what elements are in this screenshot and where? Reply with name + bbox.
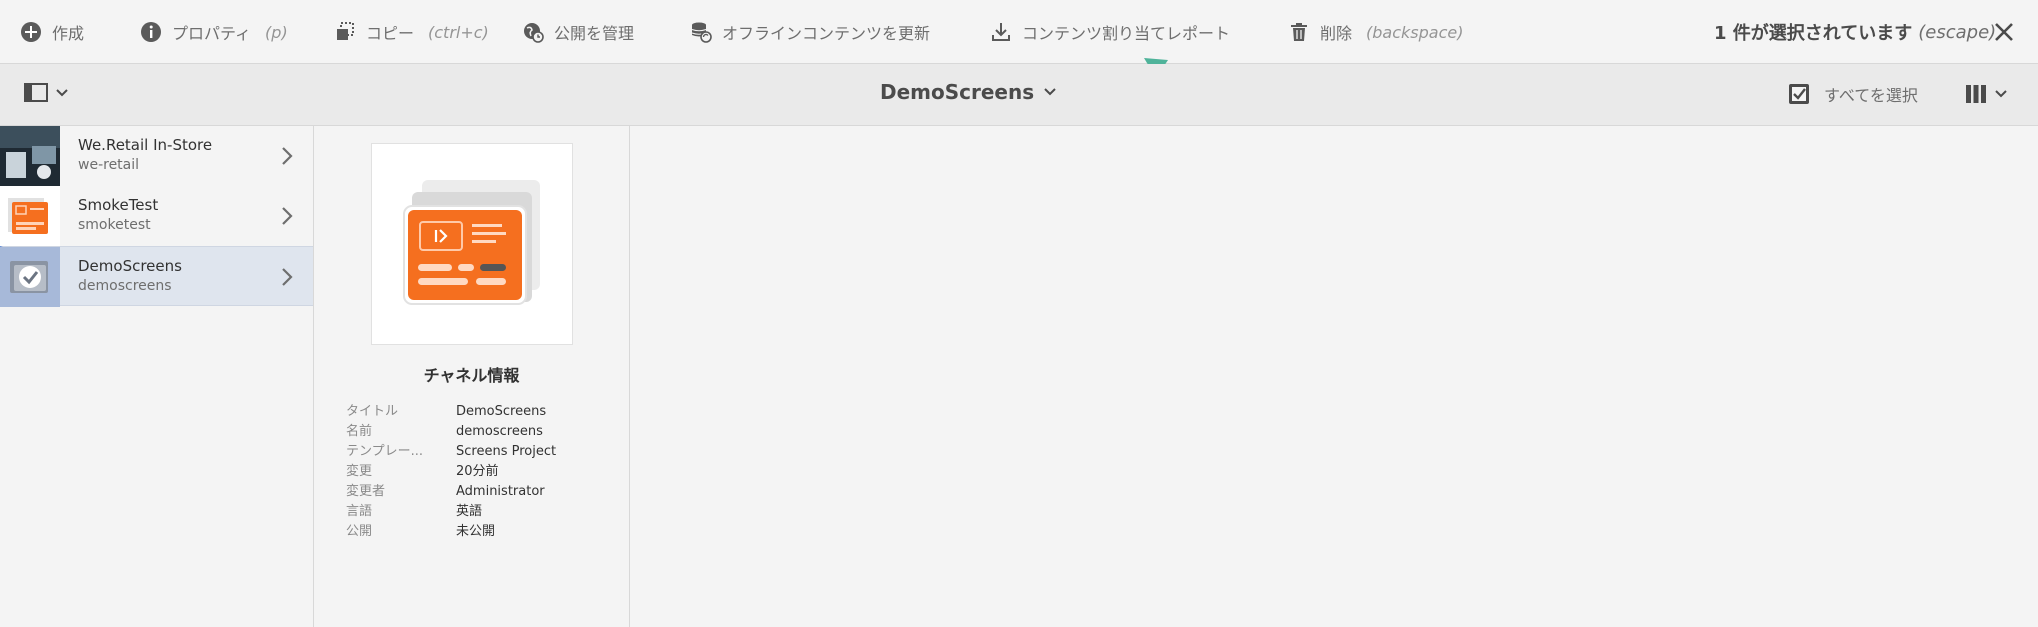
manage-publication-button[interactable]: 公開を管理 <box>522 0 634 64</box>
meta-row-language: 言語 英語 <box>346 502 556 522</box>
create-button[interactable]: 作成 <box>20 0 84 64</box>
action-bar: 作成 プロパティ (p) コピー (ctrl+c) 公開を管理 オフラインコンテ… <box>0 0 2038 64</box>
meta-value: 未公開 <box>456 524 496 539</box>
select-all-label: すべてを選択 <box>1824 86 1918 105</box>
list-item[interactable]: SmokeTest smoketest <box>0 186 313 246</box>
close-icon[interactable] <box>1992 20 2016 44</box>
copy-icon <box>337 22 354 40</box>
meta-value: 20分前 <box>456 464 499 479</box>
list-item-title: DemoScreens <box>78 257 182 275</box>
meta-row-modified: 変更 20分前 <box>346 462 556 482</box>
list-item-title: SmokeTest <box>78 196 159 214</box>
list-item-name: demoscreens <box>78 278 172 294</box>
page-title[interactable]: DemoScreens <box>880 80 1056 104</box>
meta-key: 言語 <box>346 504 373 519</box>
column-navigation: We.Retail In-Store we-retail SmokeTest s… <box>0 126 314 627</box>
properties-label: プロパティ <box>172 24 252 43</box>
meta-row-published: 公開 未公開 <box>346 522 556 542</box>
update-offline-content-label: オフラインコンテンツを更新 <box>722 24 931 43</box>
update-offline-content-button[interactable]: オフラインコンテンツを更新 <box>690 0 930 64</box>
copy-label: コピー <box>366 24 415 43</box>
meta-row-modified-by: 変更者 Administrator <box>346 482 556 502</box>
channel-preview-card <box>371 143 573 345</box>
list-item-name: we-retail <box>78 157 140 173</box>
meta-key: 変更者 <box>346 484 386 499</box>
copy-button[interactable]: コピー (ctrl+c) <box>334 0 489 64</box>
chevron-down-icon <box>56 89 68 97</box>
meta-value: Administrator <box>456 484 545 499</box>
checkbox-checked-icon <box>1789 84 1809 104</box>
chevron-down-icon <box>1995 90 2007 98</box>
column-view-icon <box>1966 85 1986 103</box>
database-refresh-icon <box>691 22 712 43</box>
chevron-right-icon <box>282 207 293 225</box>
globe-clock-icon <box>524 23 544 43</box>
view-switcher[interactable] <box>1965 84 2007 104</box>
chevron-right-icon <box>282 268 293 286</box>
channel-info-heading: チャネル情報 <box>423 366 520 385</box>
meta-row-title: タイトル DemoScreens <box>346 402 556 422</box>
selection-shortcut: (escape) <box>1918 21 1997 43</box>
manage-publication-label: 公開を管理 <box>554 24 635 43</box>
chevron-right-icon <box>282 147 293 165</box>
meta-row-template: テンプレー... Screens Project <box>346 442 556 462</box>
meta-row-name: 名前 demoscreens <box>346 422 556 442</box>
page-title-label: DemoScreens <box>880 80 1035 104</box>
delete-shortcut: (backspace) <box>1366 22 1464 42</box>
meta-key: 変更 <box>346 464 373 479</box>
list-item-title: We.Retail In-Store <box>78 136 213 154</box>
title-bar: DemoScreens すべてを選択 <box>0 64 2038 126</box>
copy-shortcut: (ctrl+c) <box>428 22 489 42</box>
channel-project-icon <box>403 180 540 305</box>
chevron-down-icon <box>1044 88 1056 96</box>
column-empty <box>630 126 2038 627</box>
delete-label: 削除 <box>1320 24 1353 43</box>
list-item[interactable]: We.Retail In-Store we-retail <box>0 126 313 186</box>
rail-toggle-button[interactable] <box>24 82 68 104</box>
meta-key: 名前 <box>346 424 373 439</box>
meta-key: 公開 <box>346 524 373 539</box>
channel-metadata: タイトル DemoScreens 名前 demoscreens テンプレー... Sc… <box>346 402 556 542</box>
meta-value: demoscreens <box>456 424 543 439</box>
selection-status: 1 件が選択されています (escape) <box>1714 0 1996 64</box>
demoscreens-thumbnail <box>0 247 60 307</box>
info-icon <box>141 22 161 42</box>
meta-value: Screens Project <box>456 444 557 459</box>
meta-value: 英語 <box>456 504 483 519</box>
selection-count: 1 件が選択されています <box>1714 23 1913 44</box>
create-label: 作成 <box>52 24 85 43</box>
column-preview: チャネル情報 タイトル DemoScreens 名前 demoscreens テンプ… <box>314 126 630 627</box>
select-all-button[interactable]: すべてを選択 <box>1788 82 1918 106</box>
download-icon <box>992 23 1010 41</box>
list-item-selected[interactable]: DemoScreens demoscreens <box>0 246 313 307</box>
trash-icon <box>1291 23 1307 41</box>
sidebar-panel-icon <box>24 83 48 102</box>
smoketest-thumbnail <box>0 186 60 246</box>
properties-button[interactable]: プロパティ (p) <box>140 0 288 64</box>
content-assignment-report-label: コンテンツ割り当てレポート <box>1022 24 1231 43</box>
properties-shortcut: (p) <box>265 22 288 42</box>
plus-circle-icon <box>21 22 41 42</box>
delete-button[interactable]: 削除 (backspace) <box>1288 0 1463 64</box>
meta-key: タイトル <box>346 404 399 419</box>
we-retail-thumbnail <box>0 126 60 186</box>
meta-value: DemoScreens <box>456 404 547 419</box>
meta-key: テンプレー... <box>346 444 424 459</box>
list-item-name: smoketest <box>78 217 151 233</box>
